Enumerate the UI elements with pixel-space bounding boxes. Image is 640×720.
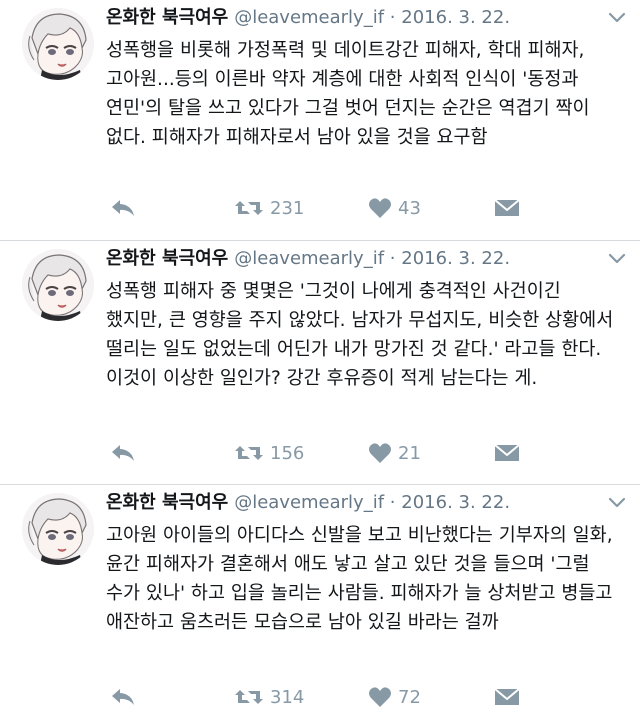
retweet-icon xyxy=(235,690,263,704)
avatar-image xyxy=(22,8,94,80)
user-handle[interactable]: @leavemearly_if xyxy=(234,248,384,269)
more-options-button[interactable] xyxy=(608,10,626,24)
tweet-actions: 156 21 xyxy=(106,438,526,468)
direct-message-button[interactable] xyxy=(494,193,520,223)
user-handle[interactable]: @leavemearly_if xyxy=(234,492,384,513)
chevron-down-icon xyxy=(608,253,626,264)
avatar[interactable] xyxy=(22,249,94,321)
tweet-actions: 314 72 xyxy=(106,682,526,712)
more-options-button[interactable] xyxy=(608,251,626,265)
like-count: 21 xyxy=(398,442,421,464)
display-name[interactable]: 온화한 북극여우 xyxy=(106,7,228,28)
reply-button[interactable] xyxy=(110,682,136,712)
like-button[interactable]: 43 xyxy=(368,193,421,223)
tweet-header: 온화한 북극여우 @leavemearly_if · 2016. 3. 22. xyxy=(106,246,600,272)
avatar-image xyxy=(22,249,94,321)
reply-icon xyxy=(112,445,134,461)
direct-message-button[interactable] xyxy=(494,682,520,712)
tweet[interactable]: 온화한 북극여우 @leavemearly_if · 2016. 3. 22. 성… xyxy=(0,241,640,484)
tweet[interactable]: 온화한 북극여우 @leavemearly_if · 2016. 3. 22. 고… xyxy=(0,485,640,720)
tweet-actions: 231 43 xyxy=(106,193,526,223)
reply-icon xyxy=(112,200,134,216)
retweet-button[interactable]: 156 xyxy=(234,438,304,468)
like-button[interactable]: 72 xyxy=(368,682,421,712)
envelope-icon xyxy=(494,199,520,216)
header-separator: · xyxy=(389,248,396,269)
header-separator: · xyxy=(389,7,396,28)
retweet-count: 231 xyxy=(270,197,305,219)
tweet-header: 온화한 북극여우 @leavemearly_if · 2016. 3. 22. xyxy=(106,5,600,31)
retweet-count: 156 xyxy=(270,442,305,464)
tweet-text: 성폭행을 비롯해 가정폭력 및 데이트강간 피해자, 학대 피해자, 고아원..… xyxy=(106,40,590,148)
envelope-icon xyxy=(494,688,520,705)
tweet-date[interactable]: 2016. 3. 22. xyxy=(401,7,510,28)
reply-button[interactable] xyxy=(110,193,136,223)
like-button[interactable]: 21 xyxy=(368,438,421,468)
tweet-text: 성폭행 피해자 중 몇몇은 '그것이 나에게 충격적인 사건이긴 했지만, 큰 … xyxy=(106,281,614,389)
heart-icon xyxy=(369,443,391,463)
retweet-icon xyxy=(235,446,263,460)
like-count: 72 xyxy=(398,686,421,708)
chevron-down-icon xyxy=(608,497,626,508)
retweet-button[interactable]: 314 xyxy=(234,682,304,712)
avatar[interactable] xyxy=(22,493,94,565)
retweet-icon xyxy=(235,201,263,215)
reply-button[interactable] xyxy=(110,438,136,468)
tweet-date[interactable]: 2016. 3. 22. xyxy=(401,492,510,513)
tweet[interactable]: 온화한 북극여우 @leavemearly_if · 2016. 3. 22. 성… xyxy=(0,0,640,240)
like-count: 43 xyxy=(398,197,421,219)
tweet-text: 고아원 아이들의 아디다스 신발을 보고 비난했다는 기부자의 일화, 윤간 피… xyxy=(106,525,613,633)
tweet-date[interactable]: 2016. 3. 22. xyxy=(401,248,510,269)
retweet-count: 314 xyxy=(270,686,305,708)
avatar[interactable] xyxy=(22,8,94,80)
avatar-image xyxy=(22,493,94,565)
tweet-feed: 온화한 북극여우 @leavemearly_if · 2016. 3. 22. 성… xyxy=(0,0,640,720)
reply-icon xyxy=(112,689,134,705)
user-handle[interactable]: @leavemearly_if xyxy=(234,7,384,28)
heart-icon xyxy=(369,198,391,218)
header-separator: · xyxy=(389,492,396,513)
display-name[interactable]: 온화한 북극여우 xyxy=(106,248,228,269)
retweet-button[interactable]: 231 xyxy=(234,193,304,223)
heart-icon xyxy=(369,687,391,707)
envelope-icon xyxy=(494,444,520,461)
tweet-header: 온화한 북극여우 @leavemearly_if · 2016. 3. 22. xyxy=(106,490,600,516)
more-options-button[interactable] xyxy=(608,495,626,509)
chevron-down-icon xyxy=(608,12,626,23)
display-name[interactable]: 온화한 북극여우 xyxy=(106,492,228,513)
direct-message-button[interactable] xyxy=(494,438,520,468)
